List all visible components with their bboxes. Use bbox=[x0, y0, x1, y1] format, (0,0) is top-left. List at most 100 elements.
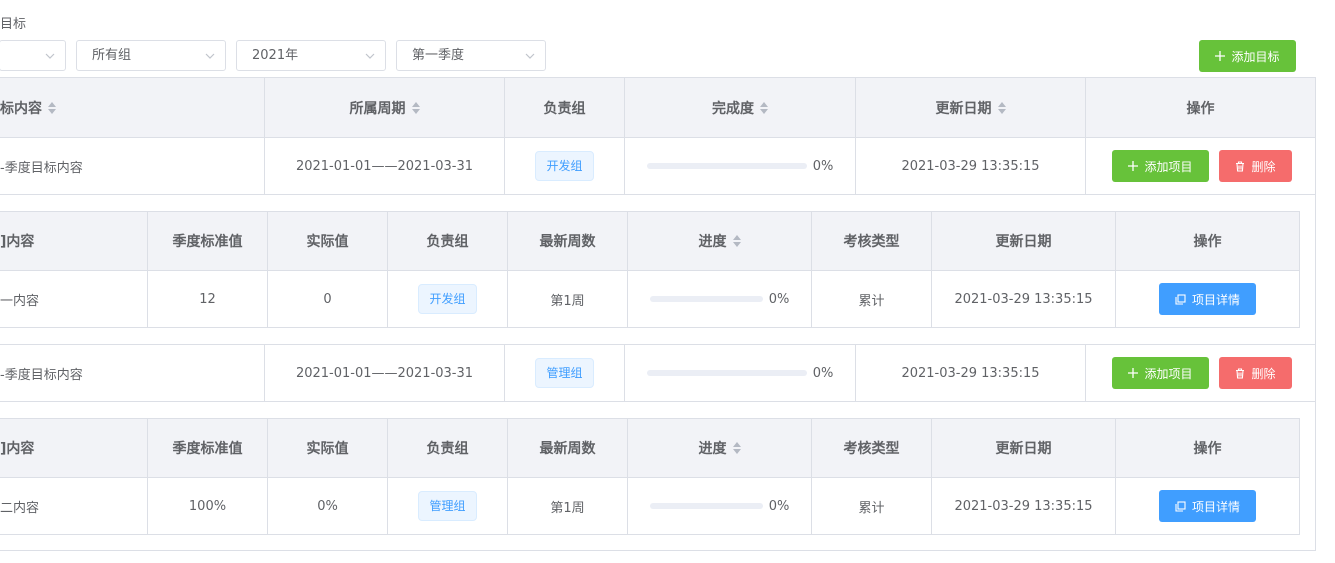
sort-icon[interactable] bbox=[732, 235, 741, 247]
project-header-group: 负责组 bbox=[388, 212, 508, 270]
goal-content: -季度目标内容 bbox=[0, 138, 265, 194]
goal-header-actions-label: 操作 bbox=[1186, 100, 1215, 117]
project-progress-cell: 0% bbox=[628, 478, 812, 534]
sort-icon[interactable] bbox=[48, 101, 56, 114]
project-content: 二内容 bbox=[0, 478, 148, 534]
goal-period: 2021-01-01——2021-03-31 bbox=[265, 138, 505, 194]
filter-select-year[interactable]: 2021年 bbox=[236, 40, 386, 71]
delete-button[interactable]: 删除 bbox=[1219, 150, 1292, 182]
project-actual: 0 bbox=[268, 271, 388, 327]
add-project-button[interactable]: 添加项目 bbox=[1112, 150, 1209, 182]
project-header-week: 最新周数 bbox=[508, 419, 628, 477]
sort-icon[interactable] bbox=[997, 101, 1006, 114]
project-header-updated: 更新日期 bbox=[932, 212, 1116, 270]
group-tag: 开发组 bbox=[418, 284, 477, 314]
filter-select-quarter-value: 第一季度 bbox=[412, 48, 465, 63]
goal-header-updated[interactable]: 更新日期 bbox=[856, 78, 1086, 137]
copy-icon bbox=[1175, 293, 1186, 305]
goal-header-actions: 操作 bbox=[1086, 78, 1315, 137]
project-header-actions: 操作 bbox=[1116, 212, 1299, 270]
project-actions: 项目详情 bbox=[1116, 478, 1299, 534]
goal-header-content-label: 标内容 bbox=[0, 100, 42, 117]
goal-updated: 2021-03-29 13:35:15 bbox=[856, 345, 1086, 401]
add-project-button[interactable]: 添加项目 bbox=[1112, 357, 1209, 389]
add-project-label: 添加项目 bbox=[1144, 159, 1193, 174]
project-header-week: 最新周数 bbox=[508, 212, 628, 270]
divider bbox=[0, 401, 1315, 402]
project-actions: 项目详情 bbox=[1116, 271, 1299, 327]
project-header-content: ]内容 bbox=[0, 212, 148, 270]
goal-header-period-label: 所属周期 bbox=[349, 100, 406, 117]
progress-text: 0% bbox=[768, 498, 790, 514]
progress-bar bbox=[646, 370, 807, 376]
filter-select-quarter[interactable]: 第一季度 bbox=[396, 40, 546, 71]
project-header-standard: 季度标准值 bbox=[148, 419, 268, 477]
project-group-cell: 管理组 bbox=[388, 478, 508, 534]
project-updated: 2021-03-29 13:35:15 bbox=[932, 271, 1116, 327]
progress-text: 0% bbox=[812, 365, 834, 381]
project-header-type: 考核类型 bbox=[812, 419, 932, 477]
project-week: 第1周 bbox=[508, 271, 628, 327]
filter-select-group[interactable]: 所有组 bbox=[76, 40, 226, 71]
add-goal-button[interactable]: 添加目标 bbox=[1199, 40, 1296, 72]
project-detail-button[interactable]: 项目详情 bbox=[1159, 490, 1256, 522]
goal-header-content[interactable]: 标内容 bbox=[0, 78, 265, 137]
progress-bar bbox=[649, 503, 763, 509]
project-standard: 12 bbox=[148, 271, 268, 327]
project-updated: 2021-03-29 13:35:15 bbox=[932, 478, 1116, 534]
goal-header-group: 负责组 bbox=[505, 78, 625, 137]
project-detail-label: 项目详情 bbox=[1191, 499, 1240, 514]
goal-header-group-label: 负责组 bbox=[543, 100, 586, 117]
chevron-down-icon bbox=[45, 53, 55, 59]
delete-label: 删除 bbox=[1251, 159, 1276, 174]
project-header-actual: 实际值 bbox=[268, 419, 388, 477]
goal-progress-cell: 0% bbox=[625, 345, 856, 401]
sort-icon[interactable] bbox=[760, 101, 768, 114]
project-detail-button[interactable]: 项目详情 bbox=[1159, 283, 1256, 315]
project-week: 第1周 bbox=[508, 478, 628, 534]
project-progress-cell: 0% bbox=[628, 271, 812, 327]
project-detail-label: 项目详情 bbox=[1191, 292, 1240, 307]
project-header-actual: 实际值 bbox=[268, 212, 388, 270]
add-project-label: 添加项目 bbox=[1144, 366, 1193, 381]
chevron-down-icon bbox=[525, 53, 535, 59]
group-tag: 管理组 bbox=[535, 358, 594, 388]
trash-icon bbox=[1236, 367, 1245, 379]
project-table-header: ]内容 季度标准值 实际值 负责组 最新周数 进度 考核类型 更新日期 操作 bbox=[0, 419, 1299, 477]
divider bbox=[0, 194, 1315, 195]
project-header-progress[interactable]: 进度 bbox=[628, 419, 812, 477]
page-title: 目标 bbox=[0, 17, 27, 32]
group-tag: 开发组 bbox=[535, 151, 594, 181]
progress-text: 0% bbox=[812, 158, 834, 174]
goal-header-period[interactable]: 所属周期 bbox=[265, 78, 505, 137]
goal-content: -季度目标内容 bbox=[0, 345, 265, 401]
project-header-actions: 操作 bbox=[1116, 419, 1299, 477]
project-header-content: ]内容 bbox=[0, 419, 148, 477]
goal-header-progress[interactable]: 完成度 bbox=[625, 78, 856, 137]
project-header-progress[interactable]: 进度 bbox=[628, 212, 812, 270]
filter-select-group-value: 所有组 bbox=[92, 48, 132, 63]
project-table: ]内容 季度标准值 实际值 负责组 最新周数 进度 考核类型 更新日期 操作 二… bbox=[0, 418, 1300, 535]
plus-icon bbox=[1128, 161, 1139, 171]
project-type: 累计 bbox=[812, 271, 932, 327]
goal-updated: 2021-03-29 13:35:15 bbox=[856, 138, 1086, 194]
filter-select-first[interactable] bbox=[0, 40, 66, 71]
chevron-down-icon bbox=[365, 53, 375, 59]
goal-group-cell: 管理组 bbox=[505, 345, 625, 401]
project-type: 累计 bbox=[812, 478, 932, 534]
project-row: 二内容 100% 0% 管理组 第1周 0% 累计 2021-03-29 13:… bbox=[0, 478, 1299, 534]
project-group-cell: 开发组 bbox=[388, 271, 508, 327]
project-header-standard: 季度标准值 bbox=[148, 212, 268, 270]
filter-select-year-value: 2021年 bbox=[252, 48, 299, 63]
project-header-progress-label: 进度 bbox=[698, 234, 727, 250]
goal-table-header: 标内容 所属周期 负责组 完成度 更新日期 操作 bbox=[0, 78, 1315, 137]
goal-header-updated-label: 更新日期 bbox=[935, 100, 992, 117]
delete-button[interactable]: 删除 bbox=[1219, 357, 1292, 389]
sort-icon[interactable] bbox=[411, 101, 420, 114]
sort-icon[interactable] bbox=[732, 442, 741, 454]
project-header-progress-label: 进度 bbox=[698, 441, 727, 457]
trash-icon bbox=[1236, 160, 1245, 172]
goal-progress-cell: 0% bbox=[625, 138, 856, 194]
group-tag: 管理组 bbox=[418, 491, 477, 521]
project-row: 一内容 12 0 开发组 第1周 0% 累计 2021-03-29 13:35:… bbox=[0, 271, 1299, 327]
